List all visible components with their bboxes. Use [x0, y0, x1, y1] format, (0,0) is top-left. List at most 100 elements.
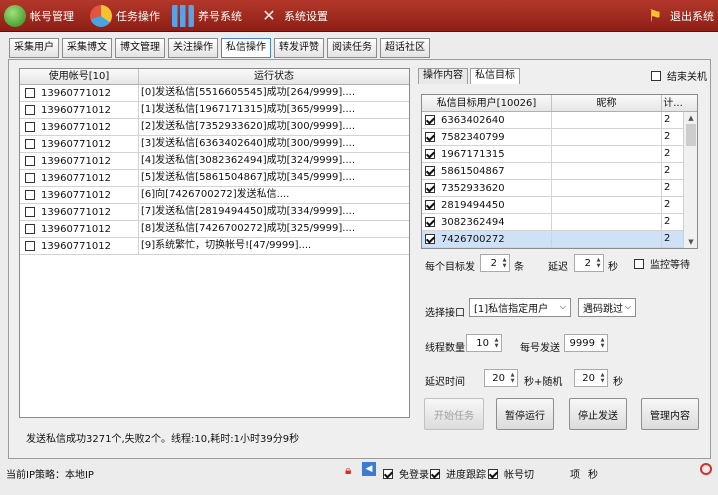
per-account-spinner[interactable]: 9999 ▲ ▼	[564, 334, 608, 352]
pause-run-button[interactable]: 暂停运行	[496, 398, 554, 430]
nav-exit-system[interactable]: ⚑ 退出系统	[644, 0, 714, 32]
nav-account-mgmt[interactable]: 帐号管理	[4, 0, 74, 32]
account-status-grid[interactable]: 使用帐号[10] 运行状态 13960771012 [0]发送私信[5516605…	[19, 68, 410, 418]
tab-3[interactable]: 关注操作	[168, 38, 218, 58]
spin-arrows-icon[interactable]: ▲ ▼	[598, 372, 607, 384]
col-header-nickname[interactable]: 昵称	[552, 95, 662, 111]
tab-6[interactable]: 阅读任务	[327, 38, 377, 58]
tab-5[interactable]: 转发评赞	[274, 38, 324, 58]
row-checkbox[interactable]	[25, 122, 35, 132]
nav-task-ops[interactable]: 任务操作	[90, 0, 160, 32]
account-row[interactable]: 13960771012 [3]发送私信[6363402640]成功[300/999…	[20, 136, 409, 153]
target-checkbox[interactable]	[425, 217, 435, 227]
captcha-select[interactable]: 遇码跳过 ⌵	[578, 298, 636, 317]
threads-spinner[interactable]: 10 ▲ ▼	[466, 334, 502, 352]
spin-arrows-icon[interactable]: ▲ ▼	[508, 372, 517, 384]
target-grid-scrollbar[interactable]: ▲ ▼	[683, 112, 697, 248]
tab-1[interactable]: 采集博文	[62, 38, 112, 58]
col-header-account[interactable]: 使用帐号[10]	[20, 69, 139, 84]
nav-nurture-system[interactable]: 养号系统	[172, 0, 242, 32]
account-change-option[interactable]: 帐号切	[488, 466, 534, 481]
bar-chart-icon	[172, 5, 194, 27]
account-row[interactable]: 13960771012 [8]发送私信[7426700272]成功[325/999…	[20, 221, 409, 238]
target-checkbox[interactable]	[425, 234, 435, 244]
progress-track-option[interactable]: 进度跟踪	[430, 466, 486, 481]
row-checkbox[interactable]	[25, 241, 35, 251]
tab-2[interactable]: 博文管理	[115, 38, 165, 58]
account-row[interactable]: 13960771012 [0]发送私信[5516605545]成功[264/999…	[20, 85, 409, 102]
delay-time-spinner[interactable]: 20 ▲ ▼	[484, 369, 518, 387]
account-cell: 13960771012	[20, 187, 139, 203]
scroll-up-icon[interactable]: ▲	[684, 112, 697, 124]
interface-select[interactable]: [1]私信指定用户 ⌵	[469, 298, 571, 317]
stop-send-button[interactable]: 停止发送	[569, 398, 627, 430]
row-checkbox[interactable]	[25, 224, 35, 234]
shutdown-checkbox[interactable]	[651, 70, 661, 81]
target-checkbox[interactable]	[425, 149, 435, 159]
account-row[interactable]: 13960771012 [6]向[7426700272]发送私信....	[20, 187, 409, 204]
spin-arrows-icon[interactable]: ▲ ▼	[500, 257, 509, 269]
tab-4[interactable]: 私信操作	[221, 38, 271, 58]
account-row[interactable]: 13960771012 [5]发送私信[5861504867]成功[345/999…	[20, 170, 409, 187]
per-target-spinner[interactable]: 2 ▲ ▼	[480, 254, 510, 272]
spin-arrows-icon[interactable]: ▲ ▼	[598, 337, 607, 349]
row-checkbox[interactable]	[25, 173, 35, 183]
account-change-checkbox[interactable]	[488, 468, 498, 479]
monitor-wait-option[interactable]: 监控等待	[634, 256, 690, 271]
start-task-button[interactable]: 开始任务	[424, 398, 484, 430]
account-row[interactable]: 13960771012 [1]发送私信[1967171315]成功[365/999…	[20, 102, 409, 119]
manage-content-button[interactable]: 管理内容	[641, 398, 699, 430]
free-login-checkbox[interactable]	[383, 468, 393, 479]
progress-track-checkbox[interactable]	[430, 468, 440, 479]
col-header-count[interactable]: 计...	[662, 95, 684, 111]
random-delay-spinner[interactable]: 20 ▲ ▼	[574, 369, 608, 387]
target-row[interactable]: 7352933620 2	[422, 180, 697, 197]
target-row[interactable]: 1967171315 2	[422, 146, 697, 163]
monitor-wait-checkbox[interactable]	[634, 258, 644, 269]
delay-spinner[interactable]: 2 ▲ ▼	[574, 254, 604, 272]
free-login-option[interactable]: 免登录	[383, 466, 429, 481]
row-checkbox[interactable]	[25, 88, 35, 98]
exit-runner-icon: ⚑	[647, 6, 663, 25]
right-tab-1[interactable]: 私信目标	[470, 68, 520, 84]
target-user-grid[interactable]: 私信目标用户[10026] 昵称 计... 6363402640 2 7582340…	[421, 94, 698, 249]
spin-arrows-icon[interactable]: ▲ ▼	[594, 257, 603, 269]
row-checkbox[interactable]	[25, 190, 35, 200]
col-header-target-user[interactable]: 私信目标用户[10026]	[422, 95, 552, 111]
status-cell: [7]发送私信[2819494450]成功[334/9999]....	[141, 206, 356, 217]
shutdown-option[interactable]: 结束关机	[651, 68, 707, 83]
col-header-status[interactable]: 运行状态	[139, 69, 409, 84]
row-checkbox[interactable]	[25, 207, 35, 217]
target-row[interactable]: 7582340799 2	[422, 129, 697, 146]
target-row[interactable]: 3082362494 2	[422, 214, 697, 231]
target-checkbox[interactable]	[425, 200, 435, 210]
nav-system-settings[interactable]: ✕ 系统设置	[258, 0, 328, 32]
interface-value: [1]私信指定用户	[474, 304, 549, 315]
refresh-icon[interactable]	[700, 463, 712, 475]
tab-7[interactable]: 超话社区	[380, 38, 430, 58]
account-row[interactable]: 13960771012 [9]系统繁忙，切换帐号![47/9999]....	[20, 238, 409, 255]
row-checkbox[interactable]	[25, 156, 35, 166]
target-checkbox[interactable]	[425, 183, 435, 193]
speaker-icon[interactable]: ◀	[362, 462, 376, 476]
target-row[interactable]: 6363402640 2	[422, 112, 697, 129]
target-row[interactable]: 5861504867 2	[422, 163, 697, 180]
account-row[interactable]: 13960771012 [7]发送私信[2819494450]成功[334/999…	[20, 204, 409, 221]
row-checkbox[interactable]	[25, 105, 35, 115]
account-row[interactable]: 13960771012 [4]发送私信[3082362494]成功[324/999…	[20, 153, 409, 170]
target-checkbox[interactable]	[425, 166, 435, 176]
target-row[interactable]: 7426700272 2	[422, 231, 697, 248]
target-user-id: 5861504867	[441, 165, 505, 177]
row-checkbox[interactable]	[25, 139, 35, 149]
account-row[interactable]: 13960771012 [2]发送私信[7352933620]成功[300/999…	[20, 119, 409, 136]
tab-0[interactable]: 采集用户	[9, 38, 59, 58]
spin-arrows-icon[interactable]: ▲ ▼	[492, 337, 501, 349]
lock-icon[interactable]: 🔒︎	[345, 463, 351, 478]
scrollbar-thumb[interactable]	[686, 124, 696, 146]
account-number: 13960771012	[41, 223, 111, 235]
target-checkbox[interactable]	[425, 132, 435, 142]
right-tab-0[interactable]: 操作内容	[418, 68, 468, 84]
target-row[interactable]: 2819494450 2	[422, 197, 697, 214]
scroll-down-icon[interactable]: ▼	[684, 236, 697, 248]
target-checkbox[interactable]	[425, 115, 435, 125]
